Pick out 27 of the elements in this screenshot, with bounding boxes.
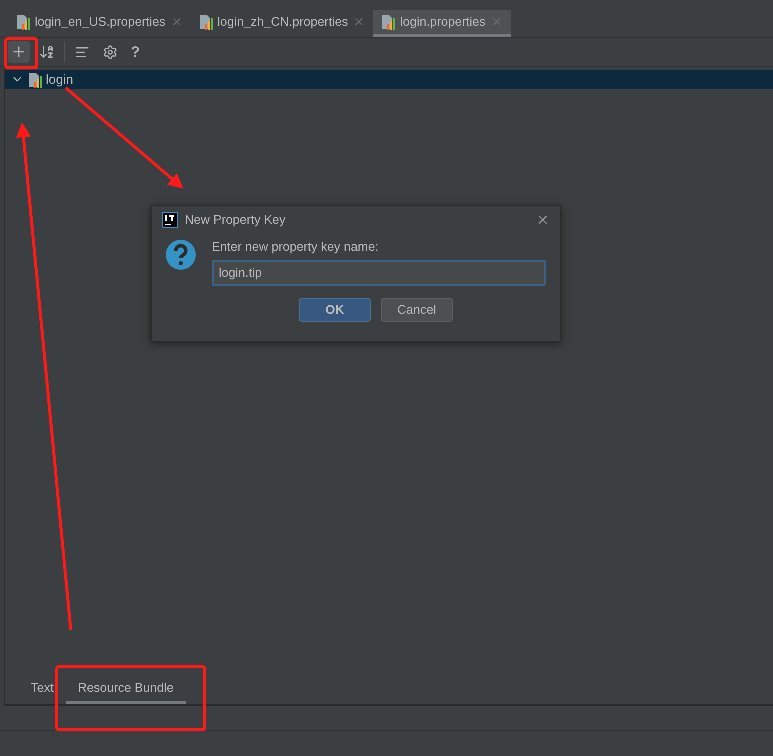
editor-tab[interactable]: login_en_US.properties bbox=[8, 10, 191, 37]
settings-icon bbox=[102, 44, 118, 60]
question-icon bbox=[166, 240, 196, 270]
plus-icon bbox=[11, 44, 27, 60]
editor-tab[interactable]: login_zh_CN.properties bbox=[190, 10, 374, 37]
annotation-box bbox=[4, 38, 38, 70]
properties-file-icon bbox=[198, 14, 213, 30]
prompt-label: Enter new property key name: bbox=[212, 240, 380, 254]
app-logo-icon bbox=[162, 212, 178, 228]
properties-file-icon bbox=[381, 14, 396, 30]
close-icon[interactable] bbox=[536, 213, 550, 227]
editor-tab[interactable]: login.properties bbox=[373, 10, 511, 37]
properties-file-icon bbox=[16, 14, 30, 30]
properties-file-icon bbox=[28, 72, 42, 88]
ok-button[interactable]: OK bbox=[299, 298, 371, 322]
bottom-tab[interactable]: Text bbox=[19, 681, 66, 704]
tree-row[interactable]: login bbox=[5, 70, 773, 89]
cancel-button[interactable]: Cancel bbox=[381, 298, 453, 322]
close-icon[interactable] bbox=[170, 16, 183, 28]
sort-icon bbox=[39, 44, 55, 60]
close-icon[interactable] bbox=[353, 16, 366, 28]
key-name-field[interactable]: login.tip bbox=[212, 260, 546, 286]
bottom-tab[interactable]: Resource Bundle bbox=[66, 681, 186, 704]
help-button[interactable]: ? bbox=[127, 44, 144, 60]
add-button[interactable] bbox=[8, 41, 30, 63]
dialog-title: New Property Key bbox=[185, 213, 287, 227]
lines-icon bbox=[74, 44, 90, 60]
